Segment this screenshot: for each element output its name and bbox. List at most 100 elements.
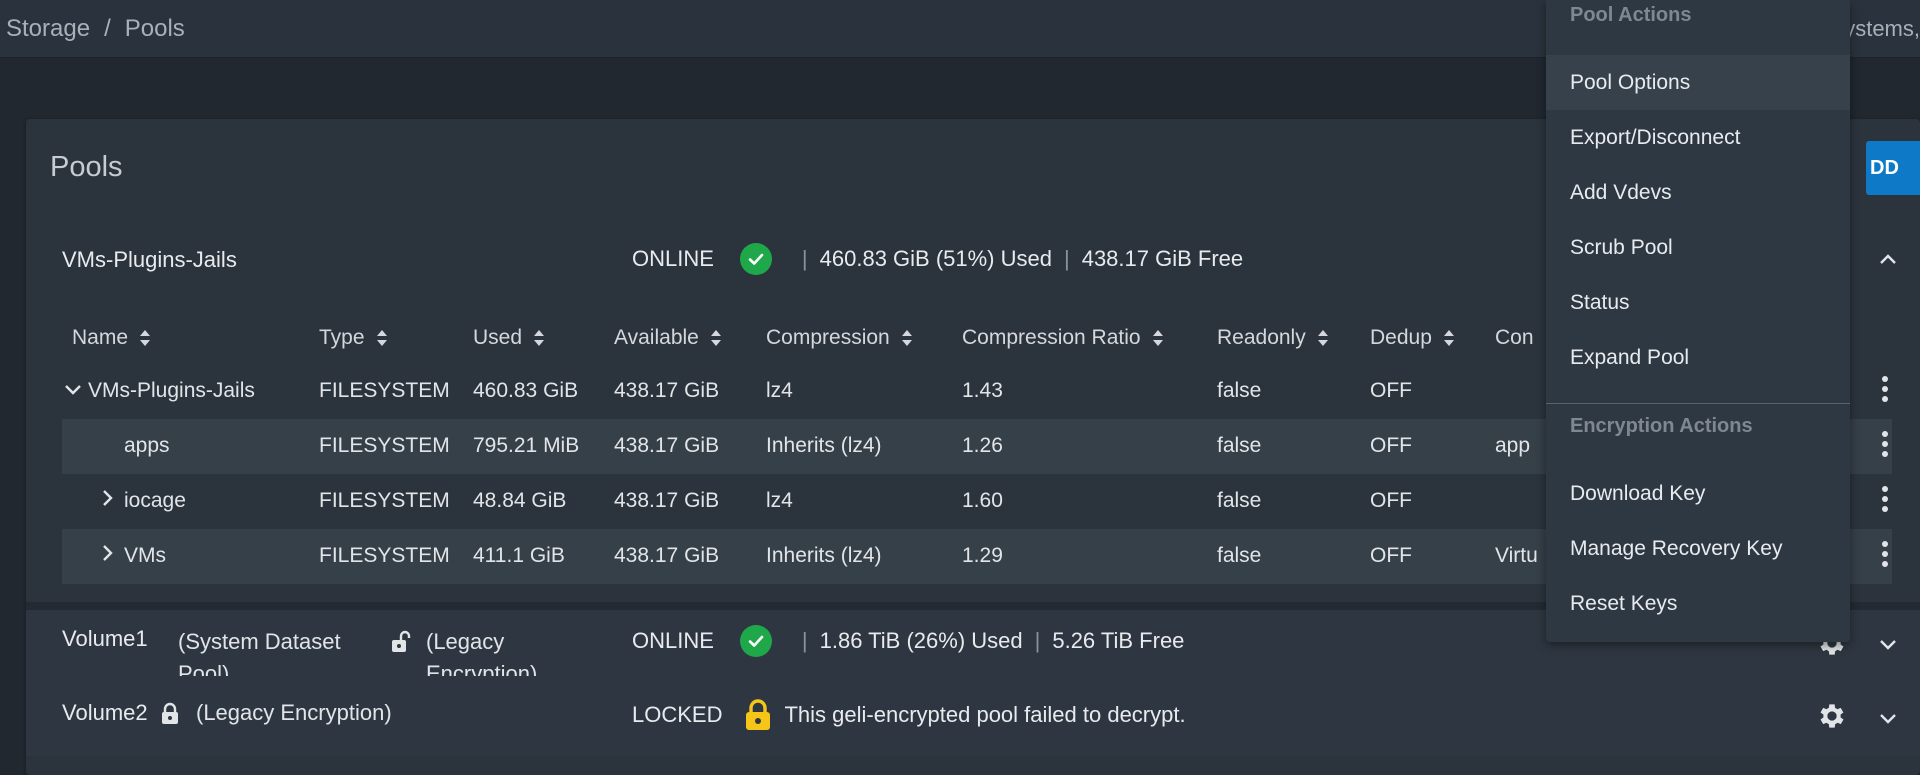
pool-status-text: ONLINE	[632, 628, 714, 653]
column-header-used[interactable]: Used	[473, 326, 546, 350]
menu-divider	[1546, 403, 1850, 404]
type-cell: FILESYSTEM	[319, 544, 450, 567]
chevron-right-icon[interactable]	[100, 544, 120, 568]
type-cell: FILESYSTEM	[319, 379, 450, 402]
ratio-cell: 1.60	[962, 489, 1003, 512]
menu-item-export-disconnect[interactable]: Export/Disconnect	[1546, 110, 1850, 165]
sort-icon	[709, 328, 723, 348]
ratio-cell: 1.43	[962, 379, 1003, 402]
chevron-up-icon[interactable]	[1876, 248, 1900, 272]
lock-icon	[160, 702, 180, 731]
unlock-icon	[390, 630, 412, 659]
pool-locked-message: This geli-encrypted pool failed to decry…	[784, 702, 1186, 727]
pool-name: VMs-Plugins-Jails	[62, 247, 237, 272]
used-cell: 460.83 GiB	[473, 379, 579, 402]
column-header-available[interactable]: Available	[614, 326, 723, 350]
sort-icon	[1442, 328, 1456, 348]
used-cell: 48.84 GiB	[473, 489, 567, 512]
readonly-cell: false	[1217, 434, 1262, 457]
divider-pipe: |	[801, 628, 808, 653]
chevron-down-icon[interactable]	[64, 379, 84, 403]
column-header-name[interactable]: Name	[72, 326, 152, 350]
menu-item-reset-keys[interactable]: Reset Keys	[1546, 576, 1850, 631]
comment-cell: app	[1495, 434, 1531, 457]
check-circle-icon	[739, 625, 772, 657]
pool-status: ONLINE | 460.83 GiB (51%) Used | 438.17 …	[632, 243, 1243, 275]
pool-used: 460.83 GiB (51%) Used	[819, 246, 1052, 271]
readonly-cell: false	[1217, 379, 1262, 402]
type-cell: FILESYSTEM	[319, 489, 450, 512]
sort-icon	[375, 328, 389, 348]
add-pool-button[interactable]: DD	[1866, 141, 1920, 195]
sort-icon	[1151, 328, 1165, 348]
pool-status: LOCKED This geli-encrypted pool failed t…	[632, 698, 1186, 732]
kebab-menu-icon[interactable]	[1880, 541, 1890, 571]
divider-pipe: |	[1034, 628, 1041, 653]
column-header-comments[interactable]: Con	[1495, 326, 1534, 350]
check-circle-icon	[739, 243, 772, 275]
menu-item-status[interactable]: Status	[1546, 275, 1850, 330]
pool-used: 1.86 TiB (26%) Used	[819, 628, 1023, 653]
topbar-right-text: ystems,	[1844, 16, 1920, 41]
kebab-menu-icon[interactable]	[1880, 486, 1890, 516]
legacy-encryption-tag: (Legacy Encryption)	[196, 700, 392, 725]
chevron-down-icon[interactable]	[1876, 632, 1900, 656]
pool-header-volume2[interactable]: Volume2 (Legacy Encryption) LOCKED This …	[26, 676, 1920, 756]
pool-free: 438.17 GiB Free	[1081, 246, 1244, 271]
breadcrumb: Storage / Pools	[0, 15, 185, 43]
comment-cell: Virtu	[1495, 544, 1538, 567]
pool-status-text: ONLINE	[632, 246, 714, 271]
compression-cell: Inherits (lz4)	[766, 544, 882, 567]
chevron-right-icon[interactable]	[100, 489, 120, 513]
dataset-name-cell: VMs	[100, 544, 166, 568]
pool-name: Volume2	[62, 700, 148, 725]
column-header-type[interactable]: Type	[319, 326, 389, 350]
column-header-dedup[interactable]: Dedup	[1370, 326, 1456, 350]
dedup-cell: OFF	[1370, 489, 1412, 512]
sort-icon	[900, 328, 914, 348]
compression-cell: Inherits (lz4)	[766, 434, 882, 457]
available-cell: 438.17 GiB	[614, 379, 720, 402]
available-cell: 438.17 GiB	[614, 544, 720, 567]
available-cell: 438.17 GiB	[614, 434, 720, 457]
menu-item-pool-options[interactable]: Pool Options	[1546, 55, 1850, 110]
kebab-menu-icon[interactable]	[1880, 431, 1890, 461]
used-cell: 795.21 MiB	[473, 434, 580, 457]
breadcrumb-current: Pools	[124, 14, 185, 42]
compression-cell: lz4	[766, 379, 793, 402]
lock-icon	[744, 698, 772, 732]
dedup-cell: OFF	[1370, 544, 1412, 567]
system-dataset-tag: (System Dataset Pool)	[178, 629, 341, 676]
dataset-name-cell: iocage	[100, 489, 186, 513]
breadcrumb-separator: /	[104, 14, 111, 42]
legacy-encryption-tag: (Legacy Encryption)	[426, 629, 538, 676]
dataset-name-cell: apps	[124, 434, 170, 457]
compression-cell: lz4	[766, 489, 793, 512]
menu-item-download-key[interactable]: Download Key	[1546, 466, 1850, 521]
gear-icon[interactable]	[1816, 700, 1848, 732]
readonly-cell: false	[1217, 489, 1262, 512]
menu-item-add-vdevs[interactable]: Add Vdevs	[1546, 165, 1850, 220]
divider-pipe: |	[1063, 246, 1070, 271]
pool-free: 5.26 TiB Free	[1052, 628, 1185, 653]
breadcrumb-storage-link[interactable]: Storage	[6, 15, 90, 43]
kebab-menu-icon[interactable]	[1880, 376, 1890, 406]
divider-pipe: |	[801, 246, 808, 271]
menu-header-encryption-actions: Encryption Actions	[1570, 415, 1753, 437]
pool-name: Volume1	[62, 626, 148, 651]
pool-status: ONLINE | 1.86 TiB (26%) Used | 5.26 TiB …	[632, 625, 1184, 657]
available-cell: 438.17 GiB	[614, 489, 720, 512]
readonly-cell: false	[1217, 544, 1262, 567]
menu-item-expand-pool[interactable]: Expand Pool	[1546, 330, 1850, 385]
pool-status-text: LOCKED	[632, 702, 723, 727]
column-header-readonly[interactable]: Readonly	[1217, 326, 1330, 350]
type-cell: FILESYSTEM	[319, 434, 450, 457]
dataset-name-cell: VMs-Plugins-Jails	[64, 379, 255, 403]
column-header-compression[interactable]: Compression	[766, 326, 914, 350]
sort-icon	[138, 328, 152, 348]
chevron-down-icon[interactable]	[1876, 706, 1900, 730]
column-header-compression-ratio[interactable]: Compression Ratio	[962, 326, 1165, 350]
pool-actions-menu: Pool Actions Pool Options Export/Disconn…	[1546, 0, 1850, 642]
menu-item-manage-recovery-key[interactable]: Manage Recovery Key	[1546, 521, 1850, 576]
menu-item-scrub-pool[interactable]: Scrub Pool	[1546, 220, 1850, 275]
